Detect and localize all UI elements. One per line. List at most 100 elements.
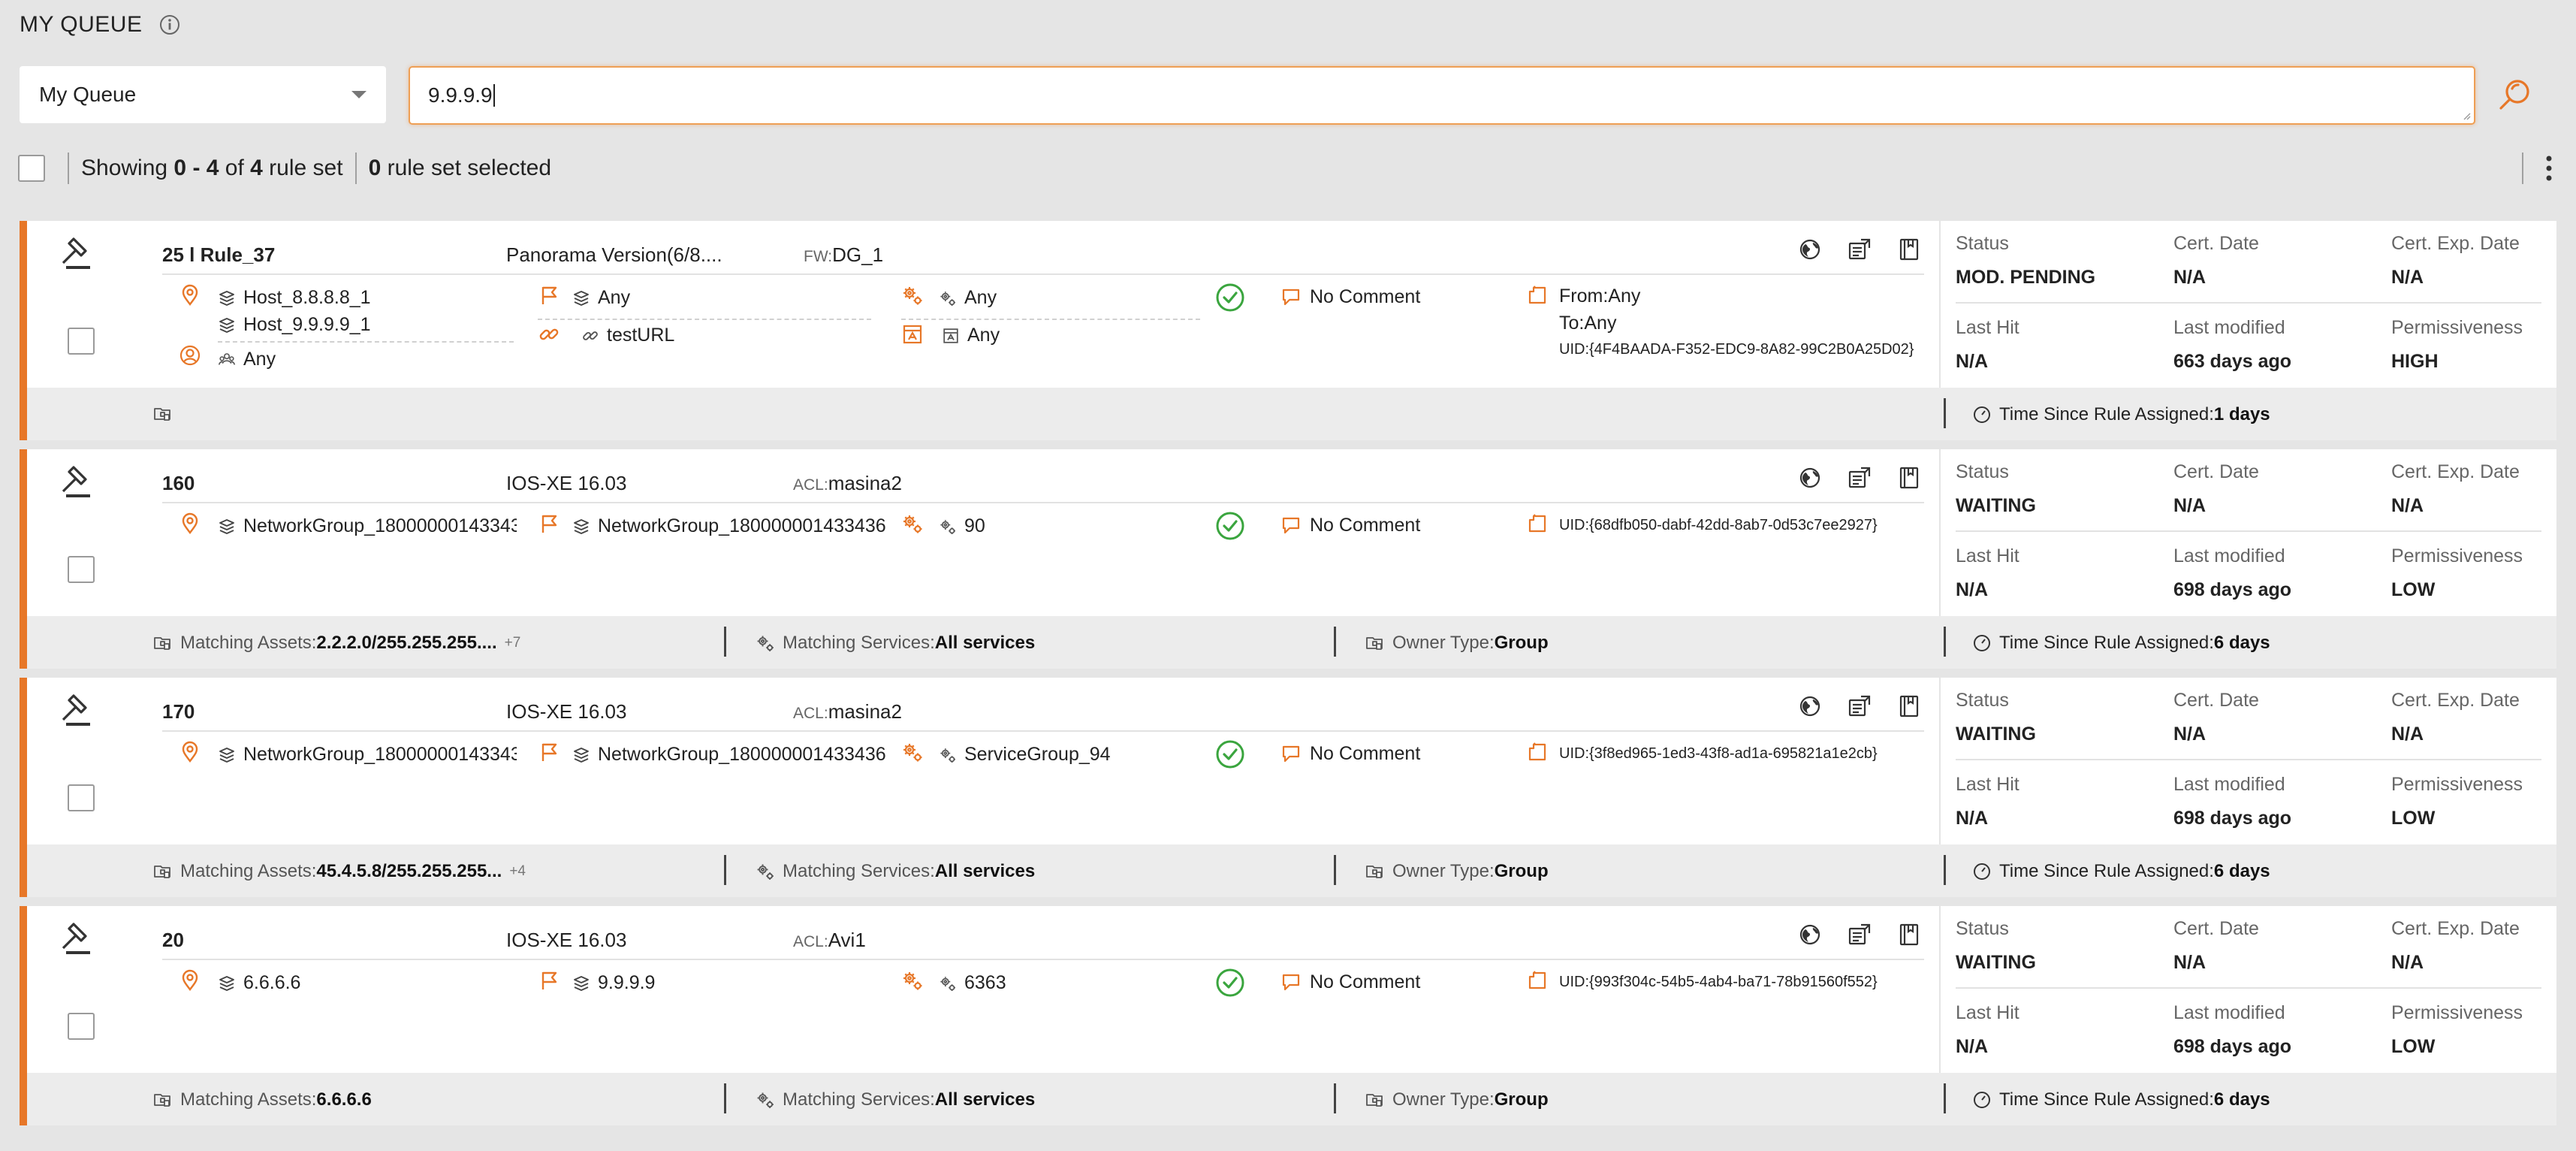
cert-exp-date-field: Cert. Exp. Date N/A	[2391, 690, 2520, 745]
rule-device: FW:DG_1	[804, 243, 884, 266]
destination-item[interactable]: NetworkGroup_180000001433436	[572, 744, 886, 766]
rule-device: ACL:masina2	[793, 472, 902, 494]
ticket-icon[interactable]	[1848, 923, 1872, 947]
comment[interactable]: No Comment	[1280, 971, 1420, 993]
ticket-icon[interactable]	[1848, 694, 1872, 718]
book-icon[interactable]	[1897, 923, 1921, 947]
divider	[1956, 302, 2541, 304]
comment[interactable]: No Comment	[1280, 514, 1420, 536]
rule-name[interactable]: 25 l Rule_37	[162, 243, 275, 267]
search-input[interactable]: 9.9.9.9	[409, 66, 2475, 125]
service-item[interactable]: 90	[939, 515, 985, 537]
accept-check-icon	[1215, 511, 1245, 541]
cert-exp-date-field: Cert. Exp. Date N/A	[2391, 461, 2520, 516]
footer-divider	[1334, 855, 1336, 885]
accept-check-icon	[1215, 282, 1245, 313]
rule-checkbox[interactable]	[68, 328, 95, 355]
comment-icon	[1280, 971, 1302, 993]
resize-grip-icon[interactable]	[2462, 111, 2471, 120]
gavel-icon	[59, 461, 99, 502]
rule-uid: UID: {68dfb050-dabf-42dd-8ab7-0d53c7ee29…	[1559, 517, 1878, 533]
network-object-icon	[218, 974, 236, 992]
destination-flag-icon	[538, 741, 560, 763]
rule-name[interactable]: 170	[162, 700, 195, 724]
last-modified-field: Last modified 698 days ago	[2173, 774, 2292, 829]
divider	[538, 319, 871, 320]
rule-uid: UID: {3f8ed965-1ed3-43f8-ad1a-695821a1e2…	[1559, 745, 1878, 762]
globe-icon[interactable]	[1798, 466, 1822, 490]
owner-type: Owner Type: Group	[1365, 861, 1549, 882]
network-object-icon	[218, 746, 236, 764]
book-icon[interactable]	[1897, 237, 1921, 261]
matching-assets[interactable]: Matching Assets: 45.4.5.8/255.255.255...…	[153, 861, 526, 882]
service-item[interactable]: 6363	[939, 972, 1006, 994]
globe-icon[interactable]	[1798, 694, 1822, 718]
rule-card-main: 160 IOS-XE 16.03 ACL:masina2 NetworkGrou…	[27, 449, 2556, 616]
status-field: Status WAITING	[1956, 690, 2036, 745]
rule-card[interactable]: 160 IOS-XE 16.03 ACL:masina2 NetworkGrou…	[20, 449, 2556, 669]
divider	[1956, 759, 2541, 760]
cert-date-field: Cert. Date N/A	[2173, 690, 2259, 745]
rule-checkbox[interactable]	[68, 1013, 95, 1040]
rule-name[interactable]: 20	[162, 929, 184, 952]
book-icon[interactable]	[1897, 466, 1921, 490]
matching-assets[interactable]: Matching Assets: 2.2.2.0/255.255.255....…	[153, 633, 520, 654]
source-item[interactable]: NetworkGroup_180000001433436	[218, 744, 517, 766]
globe-icon[interactable]	[1798, 237, 1822, 261]
rule-card[interactable]: 170 IOS-XE 16.03 ACL:masina2 NetworkGrou…	[20, 678, 2556, 897]
rule-checkbox[interactable]	[68, 556, 95, 583]
book-icon[interactable]	[1897, 694, 1921, 718]
clock-icon	[1972, 862, 1992, 881]
footer-divider	[1944, 1083, 1946, 1113]
source-item[interactable]: 6.6.6.6	[218, 972, 300, 994]
queue-dropdown[interactable]: My Queue	[20, 66, 386, 123]
footer-divider	[1944, 398, 1946, 428]
search-button[interactable]	[2495, 75, 2534, 114]
info-icon[interactable]	[158, 14, 181, 36]
application-item[interactable]: Any	[942, 325, 1000, 346]
select-all-checkbox[interactable]	[18, 155, 45, 182]
application-icon	[901, 323, 924, 346]
user-item[interactable]: Any	[218, 349, 276, 370]
ticket-icon[interactable]	[1848, 237, 1872, 261]
source-item[interactable]: Host_9.9.9.9_1	[218, 314, 371, 336]
rule-card-main: 20 IOS-XE 16.03 ACL:Avi1 6.6.6.6 9.9.9.9…	[27, 906, 2556, 1073]
matching-services[interactable]: Matching Services: All services	[756, 861, 1035, 882]
ticket-icon[interactable]	[1848, 466, 1872, 490]
destination-item[interactable]: 9.9.9.9	[572, 972, 655, 994]
url-link-icon	[538, 323, 560, 346]
rule-checkbox[interactable]	[68, 784, 95, 811]
rule-card[interactable]: 25 l Rule_37 Panorama Version(6/8.... FW…	[20, 221, 2556, 440]
service-object-icon	[939, 974, 957, 992]
comment[interactable]: No Comment	[1280, 742, 1420, 765]
service-item[interactable]: ServiceGroup_94	[939, 744, 1111, 766]
destination-item[interactable]: Any	[572, 287, 630, 309]
toolbar-divider	[2522, 153, 2523, 184]
cert-date-field: Cert. Date N/A	[2173, 918, 2259, 973]
time-since-assigned: Time Since Rule Assigned: 6 days	[1972, 633, 2270, 654]
matching-services[interactable]: Matching Services: All services	[756, 633, 1035, 654]
source-item[interactable]: NetworkGroup_180000001433436	[218, 515, 517, 537]
source-item[interactable]: Host_8.8.8.8_1	[218, 287, 371, 309]
destination-flag-icon	[538, 969, 560, 992]
comment[interactable]: No Comment	[1280, 285, 1420, 308]
divider	[1956, 987, 2541, 989]
rule-actions	[1798, 694, 1921, 718]
last-modified-field: Last modified 698 days ago	[2173, 545, 2292, 600]
url-item[interactable]: testURL	[581, 325, 674, 346]
matching-services[interactable]: Matching Services: All services	[756, 1089, 1035, 1110]
matching-assets[interactable]: Matching Assets: 6.6.6.6	[153, 1089, 372, 1110]
zone-icon	[1526, 284, 1549, 307]
more-options-icon[interactable]	[2532, 152, 2565, 185]
globe-icon[interactable]	[1798, 923, 1822, 947]
rule-actions	[1798, 466, 1921, 490]
destination-item[interactable]: NetworkGroup_180000001433436	[572, 515, 886, 537]
destination-flag-icon	[538, 512, 560, 535]
rule-card[interactable]: 20 IOS-XE 16.03 ACL:Avi1 6.6.6.6 9.9.9.9…	[20, 906, 2556, 1125]
service-item[interactable]: Any	[939, 287, 997, 309]
rule-status-panel: Status WAITING Cert. Date N/A Cert. Exp. D…	[1939, 678, 2556, 844]
last-modified-field: Last modified 698 days ago	[2173, 1002, 2292, 1057]
gavel-icon	[59, 690, 99, 730]
chevron-down-icon	[351, 91, 366, 98]
rule-name[interactable]: 160	[162, 472, 195, 495]
